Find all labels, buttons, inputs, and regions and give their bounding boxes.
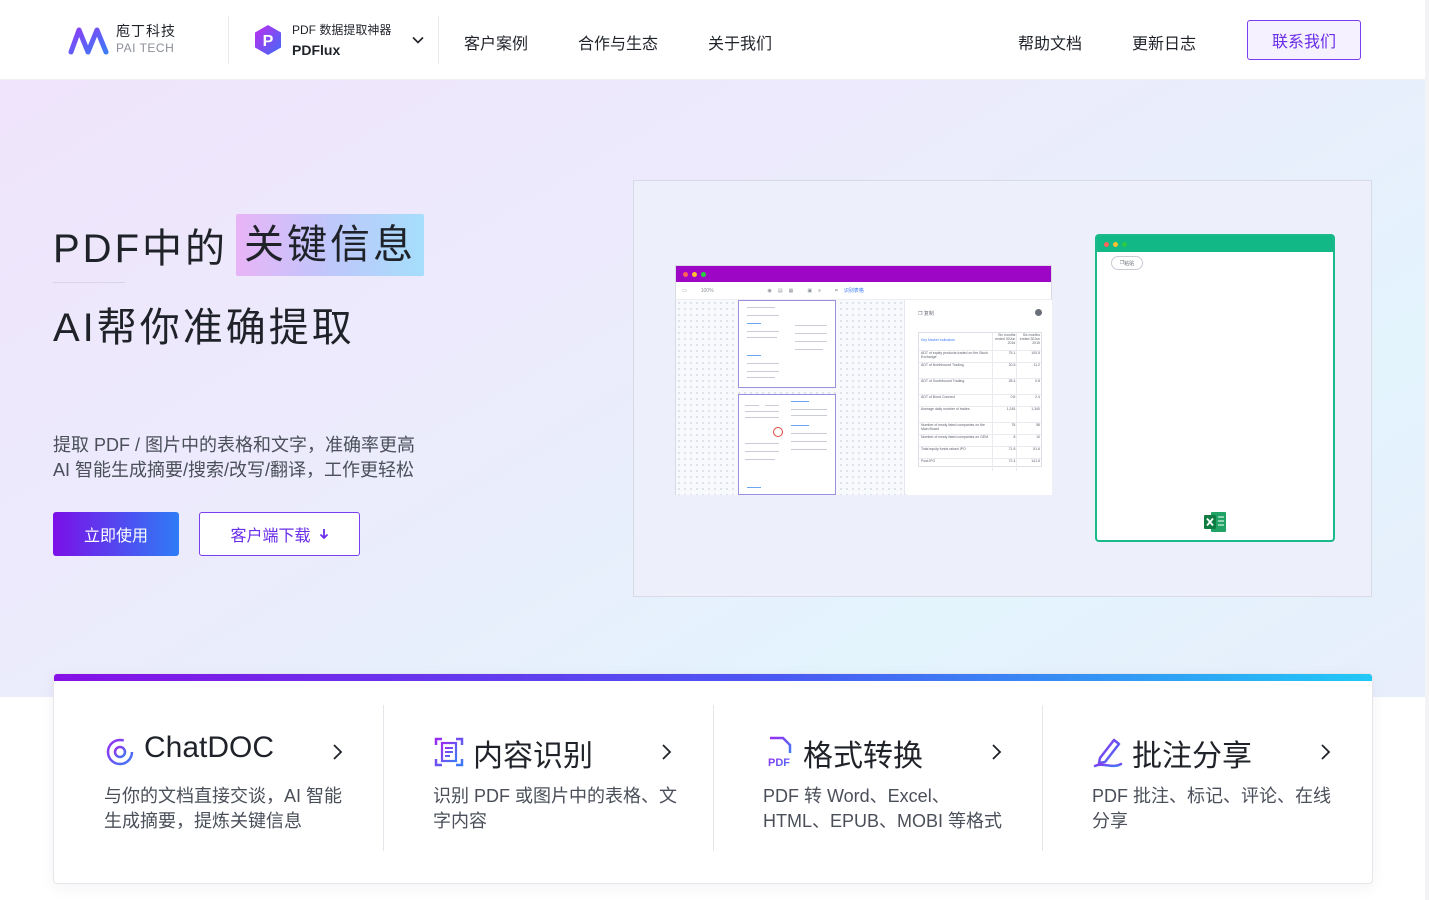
feature-description: PDF 转 Word、Excel、HTML、EPUB、MOBI 等格式 — [763, 786, 1003, 831]
nav-help-docs[interactable]: 帮助文档 — [1018, 30, 1082, 54]
folder-icon: ▭ — [682, 287, 687, 294]
recognize-table-label: 识别表格 — [843, 288, 864, 294]
nav-changelog[interactable]: 更新日志 — [1132, 30, 1196, 54]
document-thumbnails — [676, 300, 905, 495]
feature-title: 批注分享 — [1132, 740, 1252, 773]
hero-title-highlight: 关键信息 — [236, 214, 424, 276]
download-client-label: 客户端下载 — [230, 528, 311, 545]
feature-card-content-recognition[interactable]: 内容识别 识别 PDF 或图片中的表格、文字内容 — [383, 681, 712, 883]
paste-chip: ❐ 粘贴 — [1111, 256, 1143, 270]
logo-en-text: PAI TECH — [116, 41, 175, 55]
logo-cn-text: 庖丁科技 — [116, 23, 176, 39]
feature-title: 格式转换 — [803, 740, 923, 773]
maximize-dot-icon — [1122, 241, 1127, 247]
feature-card-chatdoc[interactable]: ChatDOC 与你的文档直接交谈，AI 智能生成摘要，提炼关键信息 — [54, 681, 383, 883]
company-logo[interactable]: 庖丁科技 PAI TECH — [68, 22, 176, 58]
stamp-icon — [773, 427, 783, 437]
viewer-toolbar: ▭ 100% ◉ ▤ ▦ ▣ ≡ ⌗ 识别表格 — [676, 282, 1051, 300]
hero-title-prefix: PDF中的 — [53, 227, 228, 271]
hero-desc-line: 提取 PDF / 图片中的表格和文字，准确率更高 — [53, 435, 416, 455]
product-subtitle: PDF 数据提取神器 — [292, 23, 392, 37]
download-arrow-icon — [319, 529, 328, 540]
hero-description: 提取 PDF / 图片中的表格和文字，准确率更高 AI 智能生成摘要/搜索/改写… — [53, 433, 415, 483]
print-icon: ▣ — [807, 287, 813, 294]
feature-description: PDF 批注、标记、评论、在线分享 — [1092, 786, 1331, 831]
chevron-right-icon — [662, 744, 672, 760]
close-dot-icon — [1104, 241, 1109, 247]
excel-icon — [1204, 512, 1226, 532]
feature-description: 与你的文档直接交谈，AI 智能生成摘要，提炼关键信息 — [104, 786, 343, 831]
close-dot-icon — [683, 271, 688, 277]
nav-partners[interactable]: 合作与生态 — [578, 30, 658, 54]
gradient-bar — [54, 674, 1372, 681]
table-header: Six months ended 30Jun 2016 — [991, 333, 1017, 350]
pdf-viewer-window: ▭ 100% ◉ ▤ ▦ ▣ ≡ ⌗ 识别表格 ❐ 复制 Key Market … — [675, 265, 1052, 495]
feature-card-annotation-sharing[interactable]: 批注分享 PDF 批注、标记、评论、在线分享 — [1042, 681, 1371, 883]
scrollbar-track[interactable] — [1425, 0, 1429, 900]
eye-icon: ◉ — [767, 287, 772, 294]
nav-about-us[interactable]: 关于我们 — [708, 30, 772, 54]
chevron-right-icon — [992, 744, 1002, 760]
minimize-dot-icon — [1113, 241, 1118, 247]
feature-card-format-conversion[interactable]: PDF 格式转换 PDF 转 Word、Excel、HTML、EPUB、MOBI… — [713, 681, 1042, 883]
svg-text:PDF: PDF — [768, 757, 790, 768]
hero-subtitle: AI帮你准确提取 — [53, 306, 355, 350]
layout-icon: ▤ — [777, 287, 783, 294]
excel-output-window: ❐ 粘贴 — [1095, 234, 1335, 542]
zoom-level: 100% — [700, 287, 714, 294]
window-titlebar — [676, 266, 1051, 282]
feature-title: 内容识别 — [473, 740, 593, 773]
list-icon: ≡ — [818, 287, 822, 294]
document-page — [738, 300, 836, 388]
hero-title: PDF中的 关键信息 — [53, 214, 424, 276]
use-now-button[interactable]: 立即使用 — [53, 512, 179, 556]
close-icon[interactable] — [1035, 309, 1042, 316]
window-titlebar — [1097, 236, 1333, 252]
header-divider — [228, 16, 229, 64]
document-page-selected — [738, 394, 836, 495]
grid-icon: ▦ — [788, 287, 794, 294]
title-divider — [53, 282, 125, 283]
nav-customer-cases[interactable]: 客户案例 — [464, 30, 528, 54]
minimize-dot-icon — [692, 271, 697, 277]
feature-cards: ChatDOC 与你的文档直接交谈，AI 智能生成摘要，提炼关键信息 内容识别 … — [53, 673, 1373, 884]
maximize-dot-icon — [701, 271, 706, 277]
extracted-table: Key Market Indicators Six months ended 3… — [918, 332, 1042, 471]
pdflux-logo-icon: P — [255, 25, 281, 55]
pai-tech-logo-icon — [68, 27, 109, 55]
chevron-right-icon — [333, 744, 343, 760]
table-header: Six months ended 30Jun 2015 — [1016, 333, 1041, 350]
table-title: Key Market Indicators — [921, 338, 955, 342]
chevron-down-icon — [412, 36, 424, 44]
svg-text:P: P — [263, 33, 274, 50]
hero-desc-line: AI 智能生成摘要/搜索/改写/翻译，工作更轻松 — [53, 460, 415, 480]
download-client-button[interactable]: 客户端下载 — [199, 512, 360, 556]
scan-document-icon — [434, 737, 464, 767]
product-switcher[interactable]: P PDF 数据提取神器 PDFlux — [252, 20, 425, 60]
feature-description: 识别 PDF 或图片中的表格、文字内容 — [433, 786, 678, 831]
feature-title: ChatDOC — [144, 731, 275, 764]
product-name: PDFlux — [292, 42, 341, 58]
top-header: 庖丁科技 PAI TECH P PDF 数据提取神器 PDFlux 客户案例 合… — [0, 0, 1429, 80]
copy-button[interactable]: ❐ 复制 — [918, 310, 934, 317]
pdf-convert-icon: PDF — [768, 736, 792, 768]
extracted-table-panel: ❐ 复制 Key Market Indicators Six months en… — [906, 300, 1052, 495]
scan-icon: ⌗ — [835, 287, 838, 294]
header-divider — [438, 16, 439, 64]
chevron-right-icon — [1321, 744, 1331, 760]
chat-icon — [106, 738, 134, 766]
annotate-pen-icon — [1093, 738, 1123, 768]
contact-us-button[interactable]: 联系我们 — [1247, 20, 1361, 60]
